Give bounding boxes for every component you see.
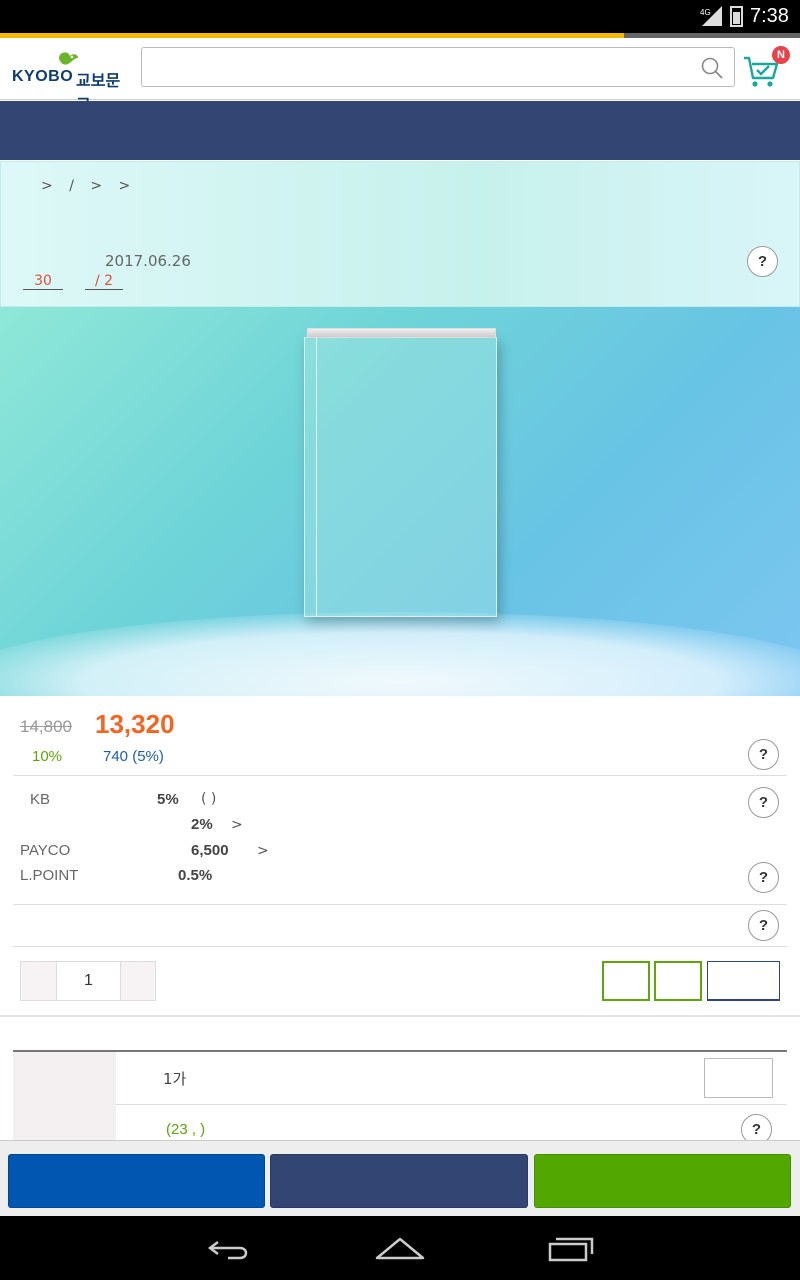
- benefit-label-lpoint: L.POINT: [20, 867, 79, 884]
- bottom-action-bar: [0, 1140, 800, 1216]
- review-info[interactable]: (23 , ): [166, 1121, 205, 1138]
- option-select-box[interactable]: [704, 1058, 773, 1098]
- benefit-value-lpoint: 0.5%: [178, 867, 213, 884]
- chevron-right-icon[interactable]: >: [257, 843, 269, 859]
- battery-icon: [730, 6, 743, 27]
- divider: [13, 904, 787, 905]
- divider: [13, 946, 787, 947]
- recents-icon[interactable]: [546, 1232, 596, 1264]
- breadcrumb-separator[interactable]: >: [119, 178, 131, 194]
- benefit-extra-kb: ( ): [201, 791, 217, 807]
- signal-icon: 4G: [700, 6, 722, 26]
- benefit-help-icon[interactable]: ?: [748, 787, 779, 818]
- product-info-panel: > / > > 2017.06.26 30 / 2 ?: [0, 161, 800, 307]
- book-cover-image[interactable]: [304, 328, 497, 617]
- home-icon[interactable]: [374, 1232, 426, 1264]
- row-divider: [116, 1104, 787, 1105]
- divider: [13, 775, 787, 776]
- kyobo-logo[interactable]: KYOBO 교보문고: [12, 50, 132, 114]
- search-icon[interactable]: [700, 56, 724, 80]
- back-icon[interactable]: [206, 1232, 254, 1264]
- thumbnail-cell: [13, 1052, 116, 1144]
- network-label: 4G: [700, 8, 711, 17]
- breadcrumb-separator[interactable]: /: [69, 178, 74, 194]
- bottom-button-blue[interactable]: [8, 1154, 265, 1208]
- delivery-help-icon[interactable]: ?: [748, 910, 779, 941]
- search-input[interactable]: [142, 48, 692, 86]
- benefit-value-kb: 5%: [157, 791, 179, 808]
- section-divider: [0, 1015, 800, 1017]
- category-nav-bar[interactable]: [0, 101, 800, 160]
- discount-rate: 10%: [32, 748, 63, 765]
- action-button-3[interactable]: [707, 961, 780, 1001]
- book-spine: [316, 338, 317, 616]
- header: KYOBO 교보문고 N: [0, 38, 800, 114]
- action-button-2[interactable]: [654, 961, 702, 1001]
- publish-date: 2017.06.26: [105, 252, 191, 270]
- quantity-stepper: 1: [20, 961, 156, 1001]
- help-icon[interactable]: ?: [747, 246, 778, 277]
- benefit-value-2: 2%: [191, 816, 213, 833]
- breadcrumb: > / > >: [41, 178, 142, 194]
- logo-text: KYOBO: [12, 68, 74, 85]
- chevron-right-icon[interactable]: >: [231, 817, 243, 833]
- benefit-label-kb: KB: [30, 791, 51, 808]
- quantity-value[interactable]: 1: [56, 962, 121, 1000]
- lpoint-help-icon[interactable]: ?: [748, 862, 779, 893]
- benefit-value-payco: 6,500: [191, 842, 229, 859]
- quantity-increase-button[interactable]: [121, 962, 155, 1000]
- action-button-1[interactable]: [602, 961, 650, 1001]
- book-pages-edge: [307, 328, 496, 338]
- clock: 7:38: [750, 5, 789, 27]
- original-price: 14,800: [20, 717, 72, 736]
- search-box[interactable]: [141, 47, 735, 87]
- table-top-border: [13, 1050, 787, 1052]
- cart-new-badge: N: [772, 46, 790, 64]
- reward-points: 740 (5%): [103, 748, 164, 765]
- bottom-button-navy[interactable]: [270, 1154, 528, 1208]
- price-help-icon[interactable]: ?: [748, 739, 779, 770]
- benefit-label-payco: PAYCO: [20, 842, 71, 859]
- breadcrumb-separator[interactable]: >: [90, 178, 102, 194]
- book-cover-area: [0, 307, 800, 696]
- review-count-link[interactable]: 30: [23, 273, 63, 290]
- rating-link[interactable]: / 2: [85, 273, 123, 290]
- quantity-decrease-button[interactable]: [21, 962, 56, 1000]
- breadcrumb-separator[interactable]: >: [41, 178, 53, 194]
- sale-price: 13,320: [95, 709, 175, 739]
- cover-floor-glow: [0, 612, 800, 696]
- system-nav-bar: [0, 1216, 800, 1280]
- cart-button[interactable]: N: [742, 46, 792, 90]
- status-bar: 4G 7:38: [0, 0, 800, 33]
- option-row-text: 1가: [163, 1070, 187, 1088]
- bottom-button-green[interactable]: [534, 1154, 791, 1208]
